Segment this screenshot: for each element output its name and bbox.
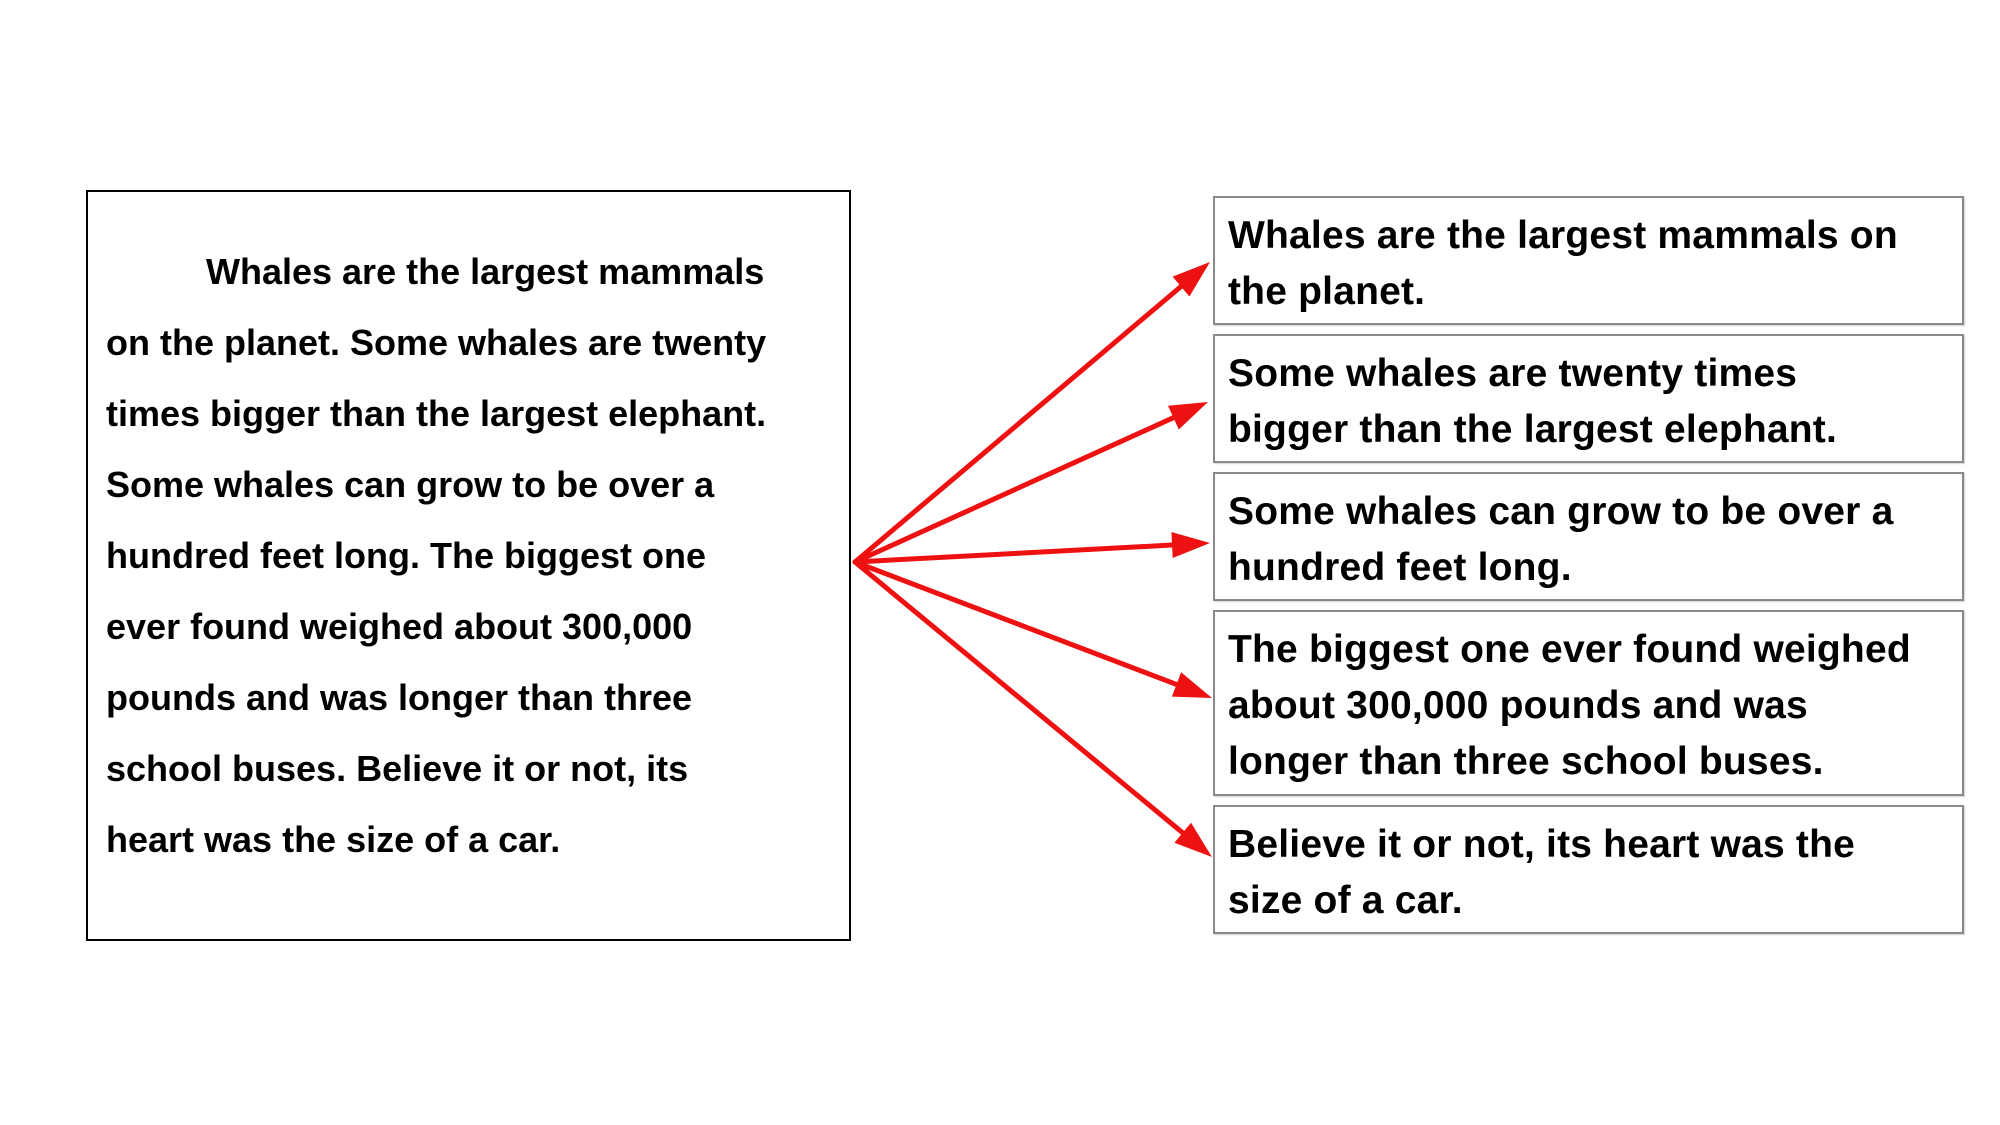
paragraph-box: Whales are the largest mammals on the pl… [86, 190, 851, 941]
sentence-5-line-2: size of a car. [1228, 879, 1463, 922]
sentence-4-line-2: about 300,000 pounds and was [1228, 684, 1808, 727]
sentence-box-4: The biggest one ever found weighed about… [1213, 610, 1964, 796]
paragraph-line-1: Whales are the largest mammals [206, 251, 765, 292]
paragraph-line-6: ever found weighed about 300,000 [106, 606, 693, 647]
arrow-line-4 [852, 559, 1179, 687]
arrow-line-3 [852, 542, 1175, 565]
paragraph-line-9: heart was the size of a car. [106, 819, 561, 860]
arrow-line-2 [852, 415, 1176, 565]
arrow-line-5 [852, 559, 1186, 836]
paragraph-line-3: times bigger than the largest elephant. [106, 393, 767, 434]
sentence-2-line-2: bigger than the largest elephant. [1228, 408, 1838, 451]
sentence-3-line-1: Some whales can grow to be over a [1228, 490, 1894, 533]
sentence-box-3: Some whales can grow to be over a hundre… [1213, 472, 1964, 601]
arrowhead-2 [1168, 402, 1208, 430]
arrowhead-4 [1171, 672, 1212, 698]
paragraph-line-7: pounds and was longer than three [106, 677, 693, 718]
arrowhead-3 [1171, 532, 1210, 558]
sentence-box-1: Whales are the largest mammals on the pl… [1213, 196, 1964, 325]
paragraph-line-8: school buses. Believe it or not, its [106, 748, 689, 789]
sentence-3-line-2: hundred feet long. [1228, 546, 1572, 589]
sentence-4-line-1: The biggest one ever found weighed [1228, 628, 1911, 671]
sentence-1-line-1: Whales are the largest mammals on [1228, 214, 1898, 257]
arrow-line-1 [852, 284, 1184, 565]
sentence-5-line-1: Believe it or not, its heart was the [1228, 823, 1856, 866]
paragraph-line-5: hundred feet long. The biggest one [106, 535, 706, 576]
paragraph-line-2: on the planet. Some whales are twenty [106, 322, 767, 363]
sentence-2-line-1: Some whales are twenty times [1228, 352, 1798, 395]
paragraph-line-4: Some whales can grow to be over a [106, 464, 715, 505]
sentence-4-line-3: longer than three school buses. [1228, 740, 1824, 783]
sentence-1-line-2: the planet. [1228, 270, 1426, 313]
sentence-box-5: Believe it or not, its heart was the siz… [1213, 805, 1964, 934]
sentence-box-2: Some whales are twenty times bigger than… [1213, 334, 1964, 463]
